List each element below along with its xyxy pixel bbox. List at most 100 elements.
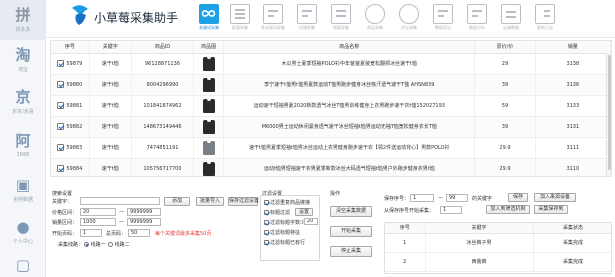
- app-title: 小草莓采集助手: [94, 11, 179, 25]
- product-thumbnail[interactable]: [202, 56, 215, 71]
- column-header[interactable]: 序号: [51, 41, 90, 54]
- filter-checkbox[interactable]: [264, 200, 269, 205]
- save-from-input[interactable]: 1: [410, 194, 434, 202]
- table-row[interactable]: 59880 速干t恤 8004296990 李宁速干t恤男t恤男夏款运动T恤男跑…: [51, 74, 611, 96]
- filter-checkbox[interactable]: [264, 230, 269, 235]
- table-row[interactable]: 1 冰丝裤子男 采集完成: [385, 233, 611, 253]
- price-max-input[interactable]: 9999999: [127, 208, 161, 216]
- tool-batch-collect[interactable]: 批量采集: [223, 2, 257, 36]
- add-keyword-button[interactable]: 添加: [164, 197, 190, 206]
- tool-product-collect[interactable]: 商品采集: [358, 2, 392, 36]
- collect-save-button[interactable]: 采集保存到: [534, 205, 568, 214]
- row-checkbox[interactable]: [57, 102, 65, 109]
- row-checkbox[interactable]: [57, 165, 65, 172]
- sidebar-item-label: 京东/京喜: [12, 109, 34, 115]
- filter-dup-link[interactable]: 过滤重复商品链接: [264, 199, 310, 206]
- row-sales: 3131: [535, 116, 611, 138]
- table-row[interactable]: 59879 速干t恤 96128871136 木瓜男士夏季短袖POLO衫中年爸爸…: [51, 53, 611, 75]
- tool-label: 销量采集: [333, 25, 349, 30]
- tool-cloud-data[interactable]: 云端数据: [494, 2, 528, 36]
- column-header[interactable]: 商品ID: [131, 41, 195, 54]
- save-button[interactable]: 保存: [508, 193, 528, 202]
- column-header[interactable]: 关键字: [89, 41, 132, 54]
- start-from-input[interactable]: 1: [440, 206, 462, 214]
- tool-multi-keyword[interactable]: 多关键词采集: [256, 2, 290, 36]
- save-range-suffix: 的关键字: [472, 196, 493, 202]
- product-thumbnail[interactable]: [202, 140, 215, 155]
- tool-update-log[interactable]: 更新日志: [528, 2, 562, 36]
- product-thumbnail[interactable]: [202, 77, 215, 92]
- tool-data-export[interactable]: 数据导出: [426, 2, 460, 36]
- save-to-input[interactable]: 99: [446, 194, 468, 202]
- tool-comment-collect[interactable]: 评论采集: [392, 2, 426, 36]
- sidebar-item-device[interactable]: ▢: [0, 250, 46, 277]
- clear-data-button[interactable]: 清空采集数据: [330, 206, 372, 217]
- table-row[interactable]: 2 西装裤 采集完成: [385, 252, 611, 272]
- filter-existing-rows[interactable]: 过滤标题已有行: [264, 239, 305, 246]
- sidebar-item-1688[interactable]: 阿 1688: [0, 126, 46, 166]
- scrollbar-thumb[interactable]: [608, 55, 611, 170]
- column-header[interactable]: 商品图: [193, 41, 225, 54]
- keyword-input[interactable]: [80, 197, 160, 205]
- sidebar-item-profile[interactable]: ● 个人中心: [0, 212, 46, 252]
- total-pages-input[interactable]: 50: [128, 229, 150, 237]
- route-1-radio[interactable]: 线路一: [84, 241, 106, 248]
- filter-title-feature[interactable]: 过滤标题特征: [264, 229, 300, 236]
- route-2-radio[interactable]: 线路二: [108, 241, 130, 248]
- tool-keyword-collect[interactable]: 关键词采集: [192, 2, 226, 36]
- start-collect-button[interactable]: 开始采集: [330, 226, 372, 237]
- stop-collect-button[interactable]: 停止采集: [330, 246, 372, 257]
- table-row[interactable]: 59883 速干t恤 7474851191 速干t恤男夏季短袖t恤男冰丝运动上衣…: [51, 137, 611, 159]
- tool-data-analysis[interactable]: 数据分析: [460, 2, 494, 36]
- product-thumbnail[interactable]: [202, 119, 215, 134]
- table-row[interactable]: 59882 速干t恤 148673149446 M6000男士运动休闲紧身透气速…: [51, 116, 611, 138]
- table-row[interactable]: 59884 速干t恤 105756717700 运动t恤男短袖速干衣男夏季新款冰…: [51, 158, 611, 176]
- row-product-id: 101841874962: [131, 95, 195, 117]
- row-checkbox[interactable]: [57, 60, 65, 67]
- filter-checkbox[interactable]: [264, 210, 269, 215]
- sales-min-input[interactable]: 1000: [80, 218, 116, 226]
- table-row[interactable]: 59881 速干t恤 101841874962 运动速干短袖男夏2020新款透气…: [51, 95, 611, 117]
- price-min-input[interactable]: 20: [80, 208, 116, 216]
- product-thumbnail[interactable]: [202, 98, 215, 113]
- product-thumbnail[interactable]: [202, 161, 215, 176]
- tool-shop-collect[interactable]: 店铺采集: [290, 2, 324, 36]
- column-header[interactable]: 采集状态: [533, 223, 611, 234]
- row-seq: 59880: [66, 81, 83, 88]
- sidebar-item-label: 1688: [16, 152, 30, 158]
- batch-import-button[interactable]: 批量导入: [196, 197, 224, 206]
- row-checkbox[interactable]: [57, 144, 65, 151]
- infinity-icon: [199, 4, 219, 24]
- sidebar-item-taobao[interactable]: 淘 淘宝: [0, 40, 46, 80]
- doc-search-icon: [263, 4, 283, 24]
- row-seq: 59884: [66, 165, 83, 172]
- shop-icon: [331, 4, 351, 24]
- column-header[interactable]: 商品名称: [223, 41, 476, 54]
- people-icon: [399, 4, 419, 24]
- title-length-input[interactable]: 20: [304, 218, 318, 225]
- tool-sales-collect[interactable]: 销量采集: [324, 2, 358, 36]
- sidebar-item-all-data[interactable]: ▣ 全网数据: [0, 170, 46, 210]
- row-checkbox[interactable]: [57, 123, 65, 130]
- column-header[interactable]: 销量: [535, 41, 611, 54]
- sales-max-input[interactable]: 9999999: [127, 218, 161, 226]
- start-page-input[interactable]: 1: [80, 229, 102, 237]
- column-header[interactable]: 关键字: [425, 223, 534, 234]
- keyword-status-table: 序号 关键字 采集状态 1 冰丝裤子男 采集完成 2 西装裤 采集完成: [384, 222, 612, 274]
- row-checkbox[interactable]: [57, 81, 65, 88]
- row-status: 采集完成: [533, 233, 611, 253]
- column-header[interactable]: 原价/价: [474, 41, 536, 54]
- filter-title[interactable]: 标题过滤: [264, 209, 290, 216]
- row-product-id: 7474851191: [131, 137, 195, 159]
- title-filter-settings-button[interactable]: 设置: [295, 208, 313, 216]
- add-to-filter-button[interactable]: 加入到筛选机制: [486, 205, 530, 214]
- filter-checkbox[interactable]: [264, 220, 269, 225]
- save-filter-button[interactable]: 保存过滤设置: [228, 197, 259, 206]
- column-header[interactable]: 序号: [385, 223, 426, 234]
- sidebar-item-jd[interactable]: 京 京东/京喜: [0, 82, 46, 122]
- row-price: 39: [474, 74, 536, 96]
- add-to-device-button[interactable]: 加入来源设备: [534, 193, 576, 202]
- sidebar-item-pdd[interactable]: 拼 拼多多: [0, 0, 46, 40]
- table-scrollbar[interactable]: [606, 53, 611, 176]
- filter-checkbox[interactable]: [264, 240, 269, 245]
